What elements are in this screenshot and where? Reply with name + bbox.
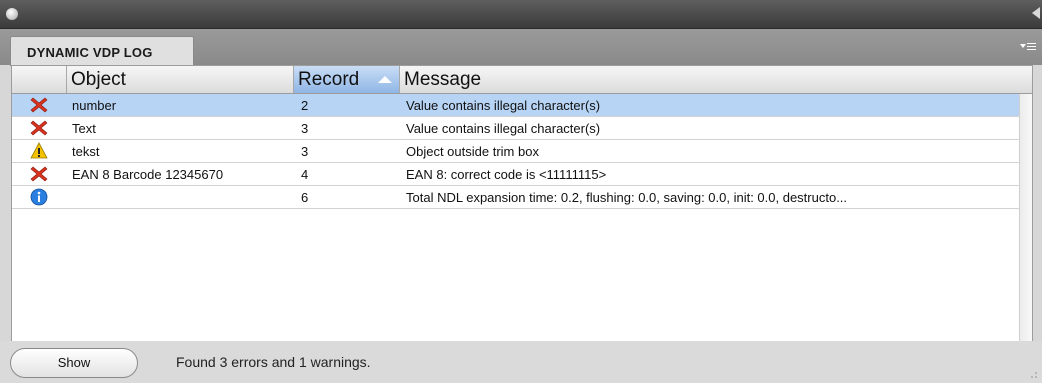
row-object-cell: EAN 8 Barcode 12345670 (72, 167, 224, 182)
vdp-log-panel: DYNAMIC VDP LOG Object Record Message nu… (0, 0, 1042, 383)
vertical-scrollbar[interactable] (1019, 94, 1032, 341)
error-x-icon (30, 96, 48, 114)
row-message-cell: Total NDL expansion time: 0.2, flushing:… (406, 190, 848, 205)
row-message-cell: Object outside trim box (406, 144, 539, 159)
row-object-cell: Text (72, 121, 96, 136)
collapse-icon[interactable] (1032, 7, 1040, 19)
row-record-cell: 6 (301, 190, 309, 205)
close-panel-button[interactable] (6, 8, 18, 20)
table-row[interactable]: tekst 3 Object outside trim box (12, 140, 1020, 163)
message-header-label: Message (404, 69, 482, 90)
table-row[interactable]: number 2 Value contains illegal character(… (12, 94, 1020, 117)
error-x-icon (30, 165, 48, 183)
table-row[interactable]: 6 Total NDL expansion time: 0.2, flushing… (12, 186, 1020, 209)
row-record-cell: 3 (301, 121, 309, 136)
row-message-cell: Value contains illegal character(s) (406, 98, 601, 113)
object-column-header[interactable]: Object (67, 66, 294, 93)
error-x-icon (30, 119, 48, 137)
message-column-header[interactable]: Message (400, 66, 1032, 93)
table-header: Object Record Message (12, 66, 1032, 94)
panel-title-bar[interactable] (0, 0, 1042, 29)
row-record-cell: 2 (301, 98, 309, 113)
resize-grip-icon[interactable] (1030, 371, 1038, 379)
log-rows: number 2 Value contains illegal character(… (12, 94, 1020, 209)
table-row[interactable]: EAN 8 Barcode 12345670 4 EAN 8: correct co… (12, 163, 1020, 186)
row-object-cell: number (72, 98, 117, 113)
log-table: Object Record Message number 2 Value conta… (11, 65, 1033, 342)
panel-footer: Show Found 3 errors and 1 warnings. (0, 341, 1042, 383)
table-row[interactable]: Text 3 Value contains illegal character(s) (12, 117, 1020, 140)
row-record-cell: 3 (301, 144, 309, 159)
status-text: Found 3 errors and 1 warnings. (176, 354, 371, 370)
row-record-cell: 4 (301, 167, 309, 182)
info-icon (30, 188, 48, 206)
object-header-label: Object (71, 69, 126, 90)
row-message-cell: Value contains illegal character(s) (406, 121, 601, 136)
row-object-cell: tekst (72, 144, 100, 159)
tab-dynamic-vdp-log[interactable]: DYNAMIC VDP LOG (10, 36, 194, 66)
record-column-header[interactable]: Record (294, 66, 400, 93)
tab-label: DYNAMIC VDP LOG (27, 45, 153, 60)
row-message-cell: EAN 8: correct code is <11111115> (406, 167, 607, 182)
tab-strip: DYNAMIC VDP LOG (0, 29, 1042, 66)
show-button[interactable]: Show (10, 348, 138, 378)
sort-ascending-icon (378, 76, 392, 83)
status-column-header[interactable] (12, 66, 67, 93)
warning-triangle-icon (30, 142, 48, 160)
panel-menu-icon[interactable] (1020, 40, 1038, 54)
record-header-label: Record (298, 69, 360, 90)
